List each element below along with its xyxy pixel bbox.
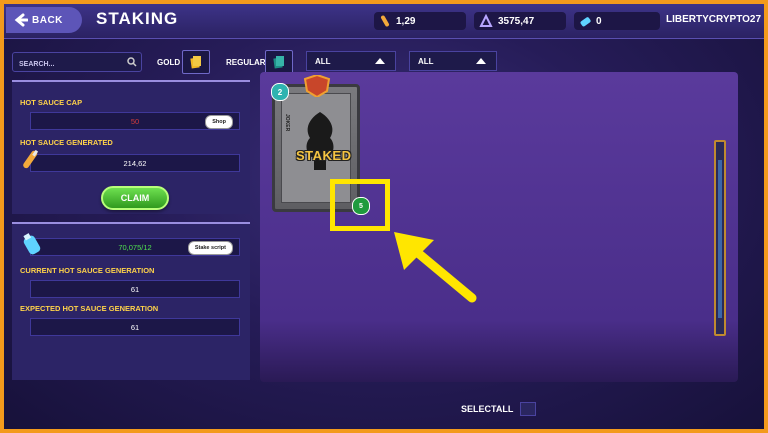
staked-label: STAKED [296,148,352,163]
regular-filter-toggle[interactable] [265,50,293,74]
generation-panel: 70,075/12 Stake script CURRENT HOT SAUCE… [12,222,250,380]
stake-script-button[interactable]: Stake script [187,241,233,255]
hot-sauce-bottle-icon [23,149,39,169]
gold-filter-toggle[interactable] [182,50,210,74]
top-bar: BACK STAKING 1,29 3575,47 0 LIBERTYCRYPT… [4,4,764,39]
stake-field: 70,075/12 Stake script [30,238,240,256]
credits-value: 3575,47 [498,15,535,27]
gold-filter-label: GOLD [157,58,181,67]
hot-sauce-cap-value: 50 [130,116,140,126]
hot-sauce-generated-field: 214,62 [30,154,240,172]
select-all-checkbox[interactable] [520,402,536,416]
back-button[interactable]: BACK [6,7,82,33]
gold-card-icon [190,56,201,69]
type-dropdown-value: ALL [418,56,434,66]
current-generation-label: CURRENT HOT SAUCE GENERATION [20,266,155,275]
expected-generation-value: 61 [130,322,140,332]
card-crest-icon [303,75,331,97]
page-title: STAKING [96,9,179,28]
credits-balance: 3575,47 [474,12,566,30]
username[interactable]: LIBERTYCRYPTO27 [666,14,761,25]
hot-sauce-cap-field: 50 Shop [30,112,240,130]
search-icon [127,57,137,67]
caret-up-icon [375,58,385,64]
type-dropdown[interactable]: ALL [409,51,497,71]
pointer-arrow-icon [394,232,477,303]
potion-bottle-icon [23,233,41,255]
claim-button[interactable]: CLAIM [101,186,169,210]
regular-filter-label: REGULAR [226,58,266,67]
select-all-label: SELECTALL [461,404,514,414]
card-side-text: JOKER [284,114,290,132]
scrollbar-track [718,160,722,318]
regular-card-icon [273,56,284,69]
credits-icon [479,14,493,27]
hot-sauce-cap-label: HOT SAUCE CAP [20,98,83,107]
hot-sauce-value: 1,29 [396,15,416,27]
card-level-badge: 2 [271,83,289,101]
hot-sauce-generated-value: 214,62 [123,158,147,168]
shop-button[interactable]: Shop [205,115,233,129]
search-input[interactable] [13,54,121,75]
expected-generation-field: 61 [30,318,240,336]
current-generation-field: 61 [30,280,240,298]
stake-value: 70,075/12 [118,242,152,252]
rarity-dropdown[interactable]: ALL [306,51,396,71]
expected-generation-label: EXPECTED HOT SAUCE GENERATION [20,304,159,313]
hot-sauce-panel: HOT SAUCE CAP 50 Shop HOT SAUCE GENERATE… [12,80,250,214]
jester-emblem-icon [306,112,334,170]
collection-scrollbar[interactable] [714,140,726,336]
hot-sauce-generated-label: HOT SAUCE GENERATED [20,138,113,147]
hot-sauce-balance: 1,29 [374,12,466,30]
potion-balance: 0 [574,12,660,30]
back-arrow-icon [14,13,28,27]
potion-icon [580,17,591,27]
current-generation-value: 61 [130,284,140,294]
caret-up-icon [476,58,486,64]
search-box[interactable] [12,52,142,75]
back-label: BACK [32,14,63,26]
app-frame: BACK STAKING 1,29 3575,47 0 LIBERTYCRYPT… [0,0,768,433]
potion-value: 0 [596,15,602,27]
rarity-dropdown-value: ALL [315,56,331,66]
highlight-annotation-box [330,179,390,231]
hot-sauce-icon [381,15,389,27]
